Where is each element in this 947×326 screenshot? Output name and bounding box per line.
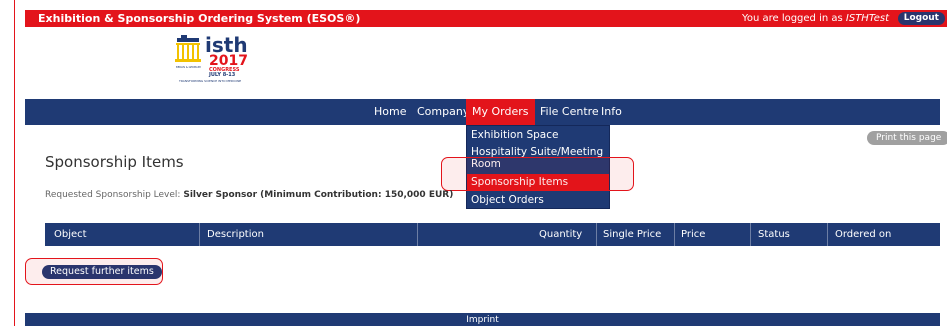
login-prefix: You are logged in as [742, 13, 846, 24]
col-single-price: Single Price [603, 229, 662, 240]
login-username: ISTHTest [845, 13, 889, 24]
request-further-items-button[interactable]: Request further items [42, 265, 162, 279]
menu-item-object-orders[interactable]: Object Orders [467, 192, 609, 208]
col-status: Status [758, 229, 790, 240]
sponsorship-items-highlight [441, 157, 634, 191]
col-divider [199, 223, 200, 246]
col-quantity: Quantity [539, 229, 583, 240]
requested-level: Requested Sponsorship Level: Silver Spon… [45, 190, 453, 200]
col-divider [674, 223, 675, 246]
orders-table-header: Object Description Quantity Single Price… [45, 223, 940, 246]
print-page-button[interactable]: Print this page [867, 131, 947, 145]
logo-left-text: BERLIN & GERMANY [176, 65, 202, 69]
col-price: Price [681, 229, 706, 240]
login-info: You are logged in as ISTHTest [742, 13, 889, 24]
col-description: Description [207, 229, 264, 240]
logo-dates: JULY 8-13 [208, 72, 236, 78]
level-label: Requested Sponsorship Level: [45, 190, 181, 200]
level-value: Silver Sponsor (Minimum Contribution: 15… [183, 190, 454, 200]
col-object: Object [54, 229, 87, 240]
main-nav: Home Company My Orders File Centre Info [25, 99, 940, 125]
col-divider [827, 223, 828, 246]
footer-bar: Imprint [25, 313, 940, 326]
nav-my-orders[interactable]: My Orders [466, 99, 535, 125]
logo-tagline: TRANSFORMING SCIENCE INTO MEDICINE [178, 79, 241, 83]
app-title: Exhibition & Sponsorship Ordering System… [38, 12, 361, 25]
isth-2017-logo: BERLIN & GERMANY isth 2017 CONGRESS JULY… [173, 32, 263, 92]
top-bar: Exhibition & Sponsorship Ordering System… [25, 10, 947, 27]
nav-home[interactable]: Home [368, 99, 412, 125]
col-divider [596, 223, 597, 246]
col-ordered-on: Ordered on [835, 229, 892, 240]
nav-info[interactable]: Info [595, 99, 628, 125]
menu-item-exhibition-space[interactable]: Exhibition Space [467, 127, 609, 143]
col-divider [417, 223, 418, 246]
logout-button[interactable]: Logout [897, 12, 945, 25]
imprint-link[interactable]: Imprint [466, 315, 499, 325]
page-title: Sponsorship Items [45, 153, 184, 171]
col-divider [750, 223, 751, 246]
logo-graphic: BERLIN & GERMANY isth 2017 CONGRESS JULY… [175, 33, 248, 83]
